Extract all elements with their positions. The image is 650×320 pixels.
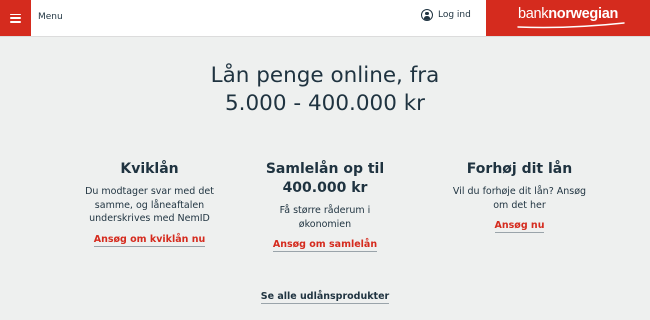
product-description: Vil du forhøje dit lån? Ansøg om det her xyxy=(452,186,587,211)
product-samlelaan: Samlelån op til 400.000 kr Få større råd… xyxy=(245,160,405,252)
logo-text: banknorwegian xyxy=(517,6,619,22)
top-navigation-bar: Menu Log ind banknorwegian xyxy=(0,0,650,37)
hero-heading-line2: 5.000 - 400.000 kr xyxy=(224,91,425,116)
user-icon xyxy=(421,9,433,21)
menu-button[interactable] xyxy=(0,0,31,36)
menu-label[interactable]: Menu xyxy=(38,12,63,22)
hero-heading: Lån penge online, fra 5.000 - 400.000 kr xyxy=(0,62,650,118)
apply-kviklaan-link[interactable]: Ansøg om kviklån nu xyxy=(93,234,206,247)
apply-samlelaan-link[interactable]: Ansøg om samlelån xyxy=(272,239,378,252)
login-label: Log ind xyxy=(438,10,471,20)
product-title: Kviklån xyxy=(120,161,179,177)
product-title: Forhøj dit lån xyxy=(466,161,573,177)
all-loan-products-link[interactable]: Se alle udlånsprodukter xyxy=(260,291,390,304)
product-description: Få større råderum i økonomien xyxy=(279,205,371,230)
logo-swoosh-icon xyxy=(517,22,625,29)
hero-heading-line1: Lån penge online, fra xyxy=(210,63,440,88)
bank-norwegian-logo[interactable]: banknorwegian xyxy=(486,0,650,36)
product-forhoj: Forhøj dit lån Vil du forhøje dit lån? A… xyxy=(437,160,602,233)
product-description: Du modtager svar med det samme, og lånea… xyxy=(85,186,214,224)
login-button[interactable]: Log ind xyxy=(421,9,471,21)
all-products-row: Se alle udlånsprodukter xyxy=(0,284,650,304)
product-title: Samlelån op til 400.000 kr xyxy=(265,161,385,196)
apply-forhoj-link[interactable]: Ansøg nu xyxy=(494,220,545,233)
product-kviklaan: Kviklån Du modtager svar med det samme, … xyxy=(62,160,237,247)
hamburger-icon xyxy=(10,13,21,23)
